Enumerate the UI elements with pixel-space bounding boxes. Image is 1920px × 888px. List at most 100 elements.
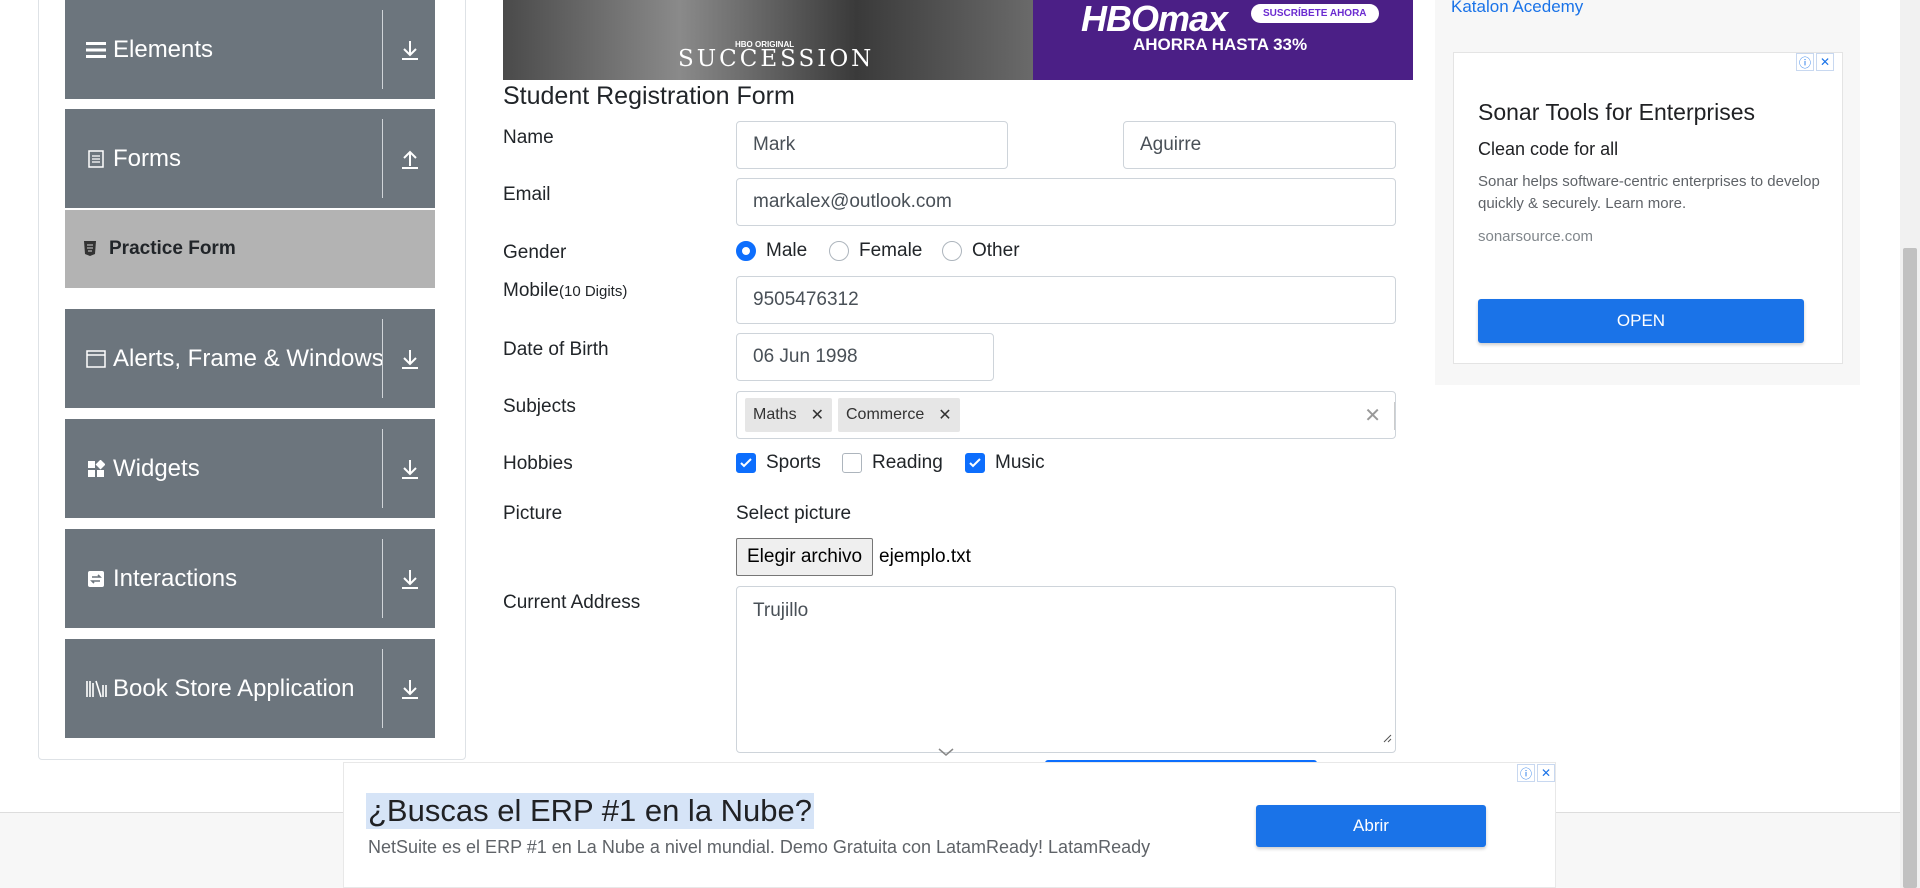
sidebar-group-forms[interactable]: Forms	[65, 109, 435, 208]
subjects-label: Subjects	[503, 396, 576, 417]
document-icon	[85, 148, 107, 170]
subject-chip: Commerce ✕	[837, 398, 960, 432]
subscribe-button[interactable]: SUSCRÍBETE AHORA	[1251, 4, 1379, 23]
dob-input[interactable]: 06 Jun 1998	[736, 333, 994, 381]
ad-card[interactable]: ⓘ ✕ Sonar Tools for Enterprises Clean co…	[1453, 52, 1843, 364]
last-name-input[interactable]: Aguirre	[1123, 121, 1396, 169]
download-arrow-icon[interactable]	[395, 344, 425, 374]
sidebar-group-label: Widgets	[113, 455, 200, 482]
upload-arrow-icon[interactable]	[395, 144, 425, 174]
close-icon[interactable]: ✕	[1537, 764, 1555, 782]
broken-image-link[interactable]: Katalon Acedemy	[1451, 0, 1583, 17]
sidebar-group-label: Elements	[113, 36, 214, 63]
file-name: ejemplo.txt	[879, 546, 971, 567]
sidebar-group-label: Book Store Application	[113, 675, 355, 702]
hobby-checkbox-reading[interactable]: Reading	[842, 452, 943, 474]
scrollbar-thumb[interactable]	[1903, 248, 1917, 888]
sidebar-group-elements[interactable]: Elements	[65, 0, 435, 99]
radio-label: Other	[972, 240, 1020, 261]
sidebar-group-label: Interactions	[113, 565, 238, 592]
download-arrow-icon[interactable]	[395, 564, 425, 594]
checkbox[interactable]	[842, 453, 862, 473]
mobile-input[interactable]: 9505476312	[736, 276, 1396, 324]
radio-button[interactable]	[736, 241, 756, 261]
divider	[382, 319, 383, 398]
resize-handle-icon[interactable]	[1382, 727, 1392, 749]
checkbox-label: Sports	[766, 452, 821, 473]
books-icon	[85, 678, 107, 700]
select-picture-label: Select picture	[736, 503, 852, 524]
ad-headline: ¿Buscas el ERP #1 en la Nube?	[366, 793, 815, 829]
close-icon[interactable]: ✕	[1816, 53, 1834, 71]
chevron-down-icon	[938, 744, 954, 756]
clear-icon[interactable]: ✕	[1364, 403, 1381, 428]
sidebar-group-book-store[interactable]: Book Store Application	[65, 639, 435, 738]
radio-button[interactable]	[942, 241, 962, 261]
gender-radio-other[interactable]: Other	[942, 240, 1020, 262]
first-name-input[interactable]: Mark	[736, 121, 1008, 169]
mobile-label-text: Mobile	[503, 280, 559, 301]
sidebar-group-alerts[interactable]: Alerts, Frame & Windows	[65, 309, 435, 408]
remove-icon[interactable]: ✕	[938, 405, 951, 425]
dob-label: Date of Birth	[503, 339, 609, 360]
divider	[382, 539, 383, 618]
info-icon[interactable]: ⓘ	[1517, 764, 1535, 782]
radio-label: Male	[766, 240, 808, 261]
ad-url[interactable]: sonarsource.com	[1478, 228, 1593, 245]
remove-icon[interactable]: ✕	[811, 405, 824, 425]
divider	[382, 10, 383, 89]
html5-icon	[83, 240, 99, 258]
ad-open-button[interactable]: OPEN	[1478, 299, 1804, 343]
page-scrollbar[interactable]	[1900, 0, 1920, 888]
chip-label: Commerce	[845, 406, 925, 423]
divider	[1394, 402, 1395, 430]
checkbox[interactable]	[965, 453, 985, 473]
download-arrow-icon[interactable]	[395, 454, 425, 484]
banner-offer: AHORRA HASTA 33%	[1133, 35, 1308, 54]
radio-button[interactable]	[829, 241, 849, 261]
hobby-checkbox-music[interactable]: Music	[965, 452, 1045, 474]
ad-choices[interactable]: ⓘ ✕	[1517, 764, 1555, 782]
hobbies-label: Hobbies	[503, 453, 573, 474]
divider	[382, 649, 383, 728]
banner-show-image: HBO ORIGINAL SUCCESSION	[503, 0, 1033, 80]
widgets-icon	[85, 458, 107, 480]
download-arrow-icon[interactable]	[395, 674, 425, 704]
gender-radio-male[interactable]: Male	[736, 240, 807, 262]
gender-radio-female[interactable]: Female	[829, 240, 922, 262]
bottom-ad[interactable]: ⓘ ✕ ¿Buscas el ERP #1 en la Nube? NetSui…	[343, 762, 1556, 888]
window-icon	[85, 348, 107, 370]
sidebar-group-interactions[interactable]: Interactions	[65, 529, 435, 628]
checkbox-label: Reading	[872, 452, 943, 473]
subjects-multiselect[interactable]: Maths ✕ Commerce ✕ ✕	[736, 391, 1396, 439]
ad-subtitle: Clean code for all	[1478, 139, 1619, 159]
gender-label: Gender	[503, 242, 567, 263]
sidebar-group-widgets[interactable]: Widgets	[65, 419, 435, 518]
checkbox[interactable]	[736, 453, 756, 473]
ad-title: Sonar Tools for Enterprises	[1478, 99, 1755, 125]
email-input[interactable]: markalex@outlook.com	[736, 178, 1396, 226]
download-arrow-icon[interactable]	[395, 35, 425, 65]
ad-open-button[interactable]: Abrir	[1256, 805, 1486, 847]
current-address-textarea[interactable]: Trujillo	[736, 586, 1396, 753]
hobby-checkbox-sports[interactable]: Sports	[736, 452, 821, 474]
mobile-hint: (10 Digits)	[558, 283, 628, 300]
ad-description: NetSuite es el ERP #1 en La Nube a nivel…	[368, 837, 1151, 857]
right-ad[interactable]: Katalon Acedemy ⓘ ✕ Sonar Tools for Ente…	[1435, 0, 1860, 385]
sidebar-item-practice-form[interactable]: Practice Form	[65, 210, 435, 288]
name-label: Name	[503, 127, 554, 148]
chip-label: Maths	[753, 406, 797, 423]
page-title: Student Registration Form	[503, 82, 795, 110]
address-label: Current Address	[503, 592, 641, 613]
address-text: Trujillo	[753, 600, 809, 621]
mobile-label: Mobile(10 Digits)	[503, 280, 627, 302]
choose-file-button[interactable]: Elegir archivo	[736, 538, 874, 576]
info-icon[interactable]: ⓘ	[1796, 53, 1814, 71]
interactions-icon	[85, 568, 107, 590]
list-icon	[85, 39, 107, 61]
ad-description: Sonar helps software-centric enterprises…	[1478, 173, 1820, 212]
sidebar-group-label: Alerts, Frame & Windows	[113, 345, 384, 372]
top-banner-ad[interactable]: HBO ORIGINAL SUCCESSION HBOmax SUSCRÍBET…	[503, 0, 1413, 80]
subject-chip: Maths ✕	[745, 398, 832, 432]
ad-choices[interactable]: ⓘ ✕	[1796, 53, 1834, 71]
